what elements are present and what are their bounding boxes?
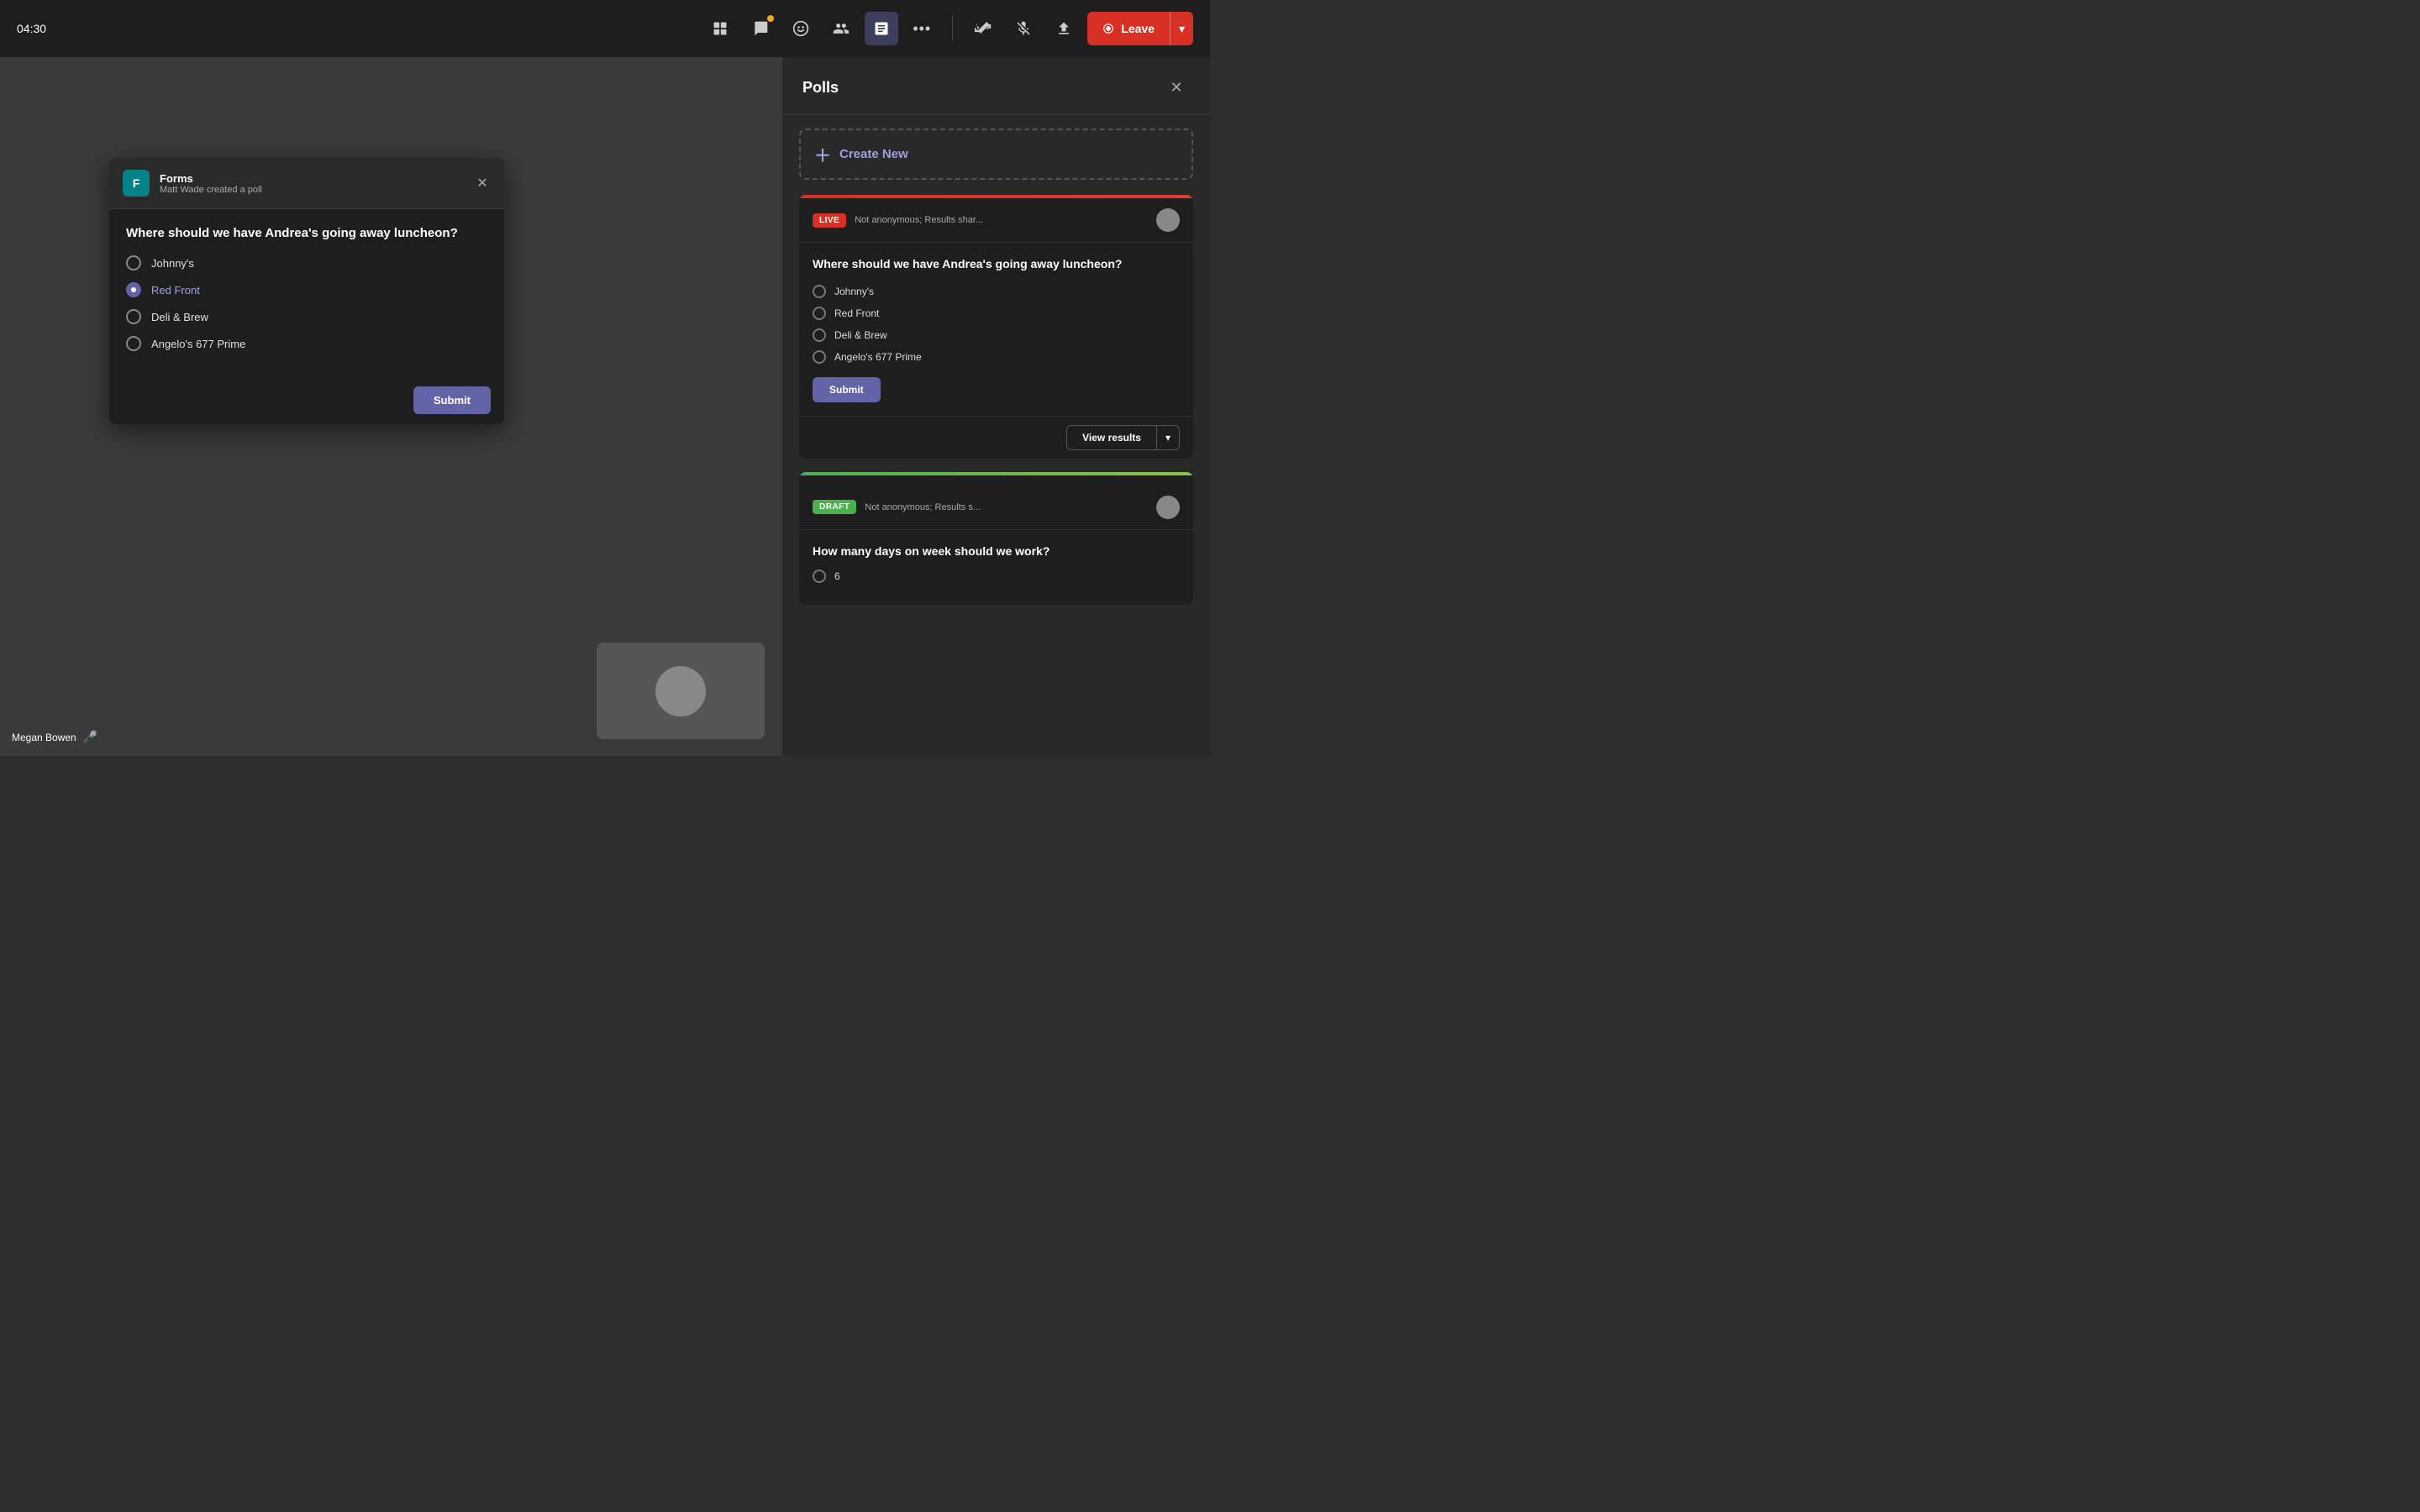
option-label-deli-brew: Deli & Brew bbox=[151, 311, 208, 323]
created-by: Matt Wade created a poll bbox=[160, 185, 262, 195]
chat-badge bbox=[767, 15, 774, 22]
polls-body: ＋ Create New LIVE Not anonymous; Results… bbox=[782, 115, 1210, 756]
poll-question: Where should we have Andrea's going away… bbox=[126, 226, 487, 240]
draft-poll-meta: Not anonymous; Results s... bbox=[865, 502, 1156, 512]
polls-panel: Polls ✕ ＋ Create New LIVE Not anonymous;… bbox=[781, 57, 1210, 756]
participants-icon[interactable] bbox=[824, 12, 858, 45]
notification-submit-button[interactable]: Submit bbox=[413, 386, 491, 414]
panel-option-deli-brew[interactable]: Deli & Brew bbox=[813, 328, 1180, 342]
create-plus-icon: ＋ bbox=[814, 142, 831, 166]
user-label: Megan Bowen 🎤 bbox=[12, 730, 97, 744]
draft-label-6: 6 bbox=[834, 570, 840, 582]
chat-icon[interactable] bbox=[744, 12, 777, 45]
timer: 04:30 bbox=[17, 22, 46, 35]
notification-close[interactable]: ✕ bbox=[471, 171, 494, 195]
draft-badge: DRAFT bbox=[813, 500, 856, 514]
panel-option-johnnys[interactable]: Johnny's bbox=[813, 285, 1180, 298]
radio-angelos[interactable] bbox=[126, 336, 141, 351]
reactions-icon[interactable] bbox=[784, 12, 818, 45]
poll-option-3[interactable]: Deli & Brew bbox=[126, 309, 487, 324]
draft-radio-6[interactable] bbox=[813, 570, 826, 583]
draft-poll-body: How many days on week should we work? 6 bbox=[799, 530, 1193, 606]
panel-radio-johnnys[interactable] bbox=[813, 285, 826, 298]
leave-button[interactable]: Leave bbox=[1087, 12, 1170, 45]
poll-option-1[interactable]: Johnny's bbox=[126, 255, 487, 270]
radio-johnnys[interactable] bbox=[126, 255, 141, 270]
poll-option-2[interactable]: Red Front bbox=[126, 282, 487, 297]
camera-preview bbox=[597, 643, 765, 739]
leave-button-group[interactable]: Leave ▾ bbox=[1087, 12, 1193, 45]
panel-submit-button[interactable]: Submit bbox=[813, 377, 881, 402]
camera-avatar bbox=[655, 666, 706, 717]
panel-radio-deli-brew[interactable] bbox=[813, 328, 826, 342]
live-poll-body: Where should we have Andrea's going away… bbox=[799, 243, 1193, 416]
create-new-label: Create New bbox=[839, 147, 908, 161]
panel-label-red-front: Red Front bbox=[834, 307, 879, 319]
notification-submit-area: Submit bbox=[109, 376, 504, 424]
forms-icon: F bbox=[123, 170, 150, 197]
view-results-button[interactable]: View results bbox=[1066, 425, 1157, 450]
option-label-johnnys: Johnny's bbox=[151, 257, 194, 270]
poll-option-4[interactable]: Angelo's 677 Prime bbox=[126, 336, 487, 351]
live-poll-question: Where should we have Andrea's going away… bbox=[813, 256, 1180, 273]
live-poll-meta: Not anonymous; Results shar... bbox=[855, 215, 1156, 225]
polls-panel-header: Polls ✕ bbox=[782, 57, 1210, 115]
draft-poll-question: How many days on week should we work? bbox=[813, 543, 1180, 560]
draft-poll-card: DRAFT Not anonymous; Results s... How ma… bbox=[799, 472, 1193, 606]
more-icon[interactable]: ••• bbox=[905, 12, 939, 45]
user-name: Megan Bowen bbox=[12, 732, 76, 743]
panel-option-red-front[interactable]: Red Front bbox=[813, 307, 1180, 320]
draft-divider bbox=[799, 472, 1193, 475]
notification-info: Forms Matt Wade created a poll bbox=[160, 172, 262, 195]
apps-icon[interactable] bbox=[703, 12, 737, 45]
toolbar: ••• Leave bbox=[703, 12, 1193, 45]
option-label-red-front: Red Front bbox=[151, 284, 200, 297]
draft-poll-header: DRAFT Not anonymous; Results s... bbox=[799, 486, 1193, 530]
draft-option-6[interactable]: 6 bbox=[813, 570, 1180, 583]
camera-toggle[interactable] bbox=[966, 12, 1000, 45]
live-poll-avatar bbox=[1156, 208, 1180, 232]
live-badge: LIVE bbox=[813, 213, 846, 228]
radio-deli-brew[interactable] bbox=[126, 309, 141, 324]
leave-dropdown[interactable]: ▾ bbox=[1170, 12, 1193, 45]
notification-header: F Forms Matt Wade created a poll ✕ bbox=[109, 158, 504, 209]
view-results-dropdown[interactable]: ▾ bbox=[1157, 425, 1180, 450]
create-new-button[interactable]: ＋ Create New bbox=[799, 129, 1193, 180]
separator bbox=[952, 16, 953, 41]
live-poll-card: LIVE Not anonymous; Results shar... Wher… bbox=[799, 195, 1193, 459]
radio-red-front[interactable] bbox=[126, 282, 141, 297]
share-icon[interactable] bbox=[1047, 12, 1081, 45]
live-poll-header: LIVE Not anonymous; Results shar... bbox=[799, 198, 1193, 243]
option-label-angelos: Angelo's 677 Prime bbox=[151, 338, 245, 350]
mic-indicator-icon: 🎤 bbox=[83, 730, 97, 744]
polls-panel-close[interactable]: ✕ bbox=[1163, 74, 1190, 101]
panel-label-angelos: Angelo's 677 Prime bbox=[834, 351, 922, 363]
polls-icon[interactable] bbox=[865, 12, 898, 45]
leave-label: Leave bbox=[1121, 22, 1155, 35]
mic-toggle[interactable] bbox=[1007, 12, 1040, 45]
panel-radio-angelos[interactable] bbox=[813, 350, 826, 364]
panel-radio-red-front[interactable] bbox=[813, 307, 826, 320]
panel-label-deli-brew: Deli & Brew bbox=[834, 329, 887, 341]
panel-label-johnnys: Johnny's bbox=[834, 286, 874, 297]
app-name: Forms bbox=[160, 172, 262, 185]
live-poll-footer: View results ▾ bbox=[799, 416, 1193, 459]
draft-poll-avatar bbox=[1156, 496, 1180, 519]
poll-notification-card: F Forms Matt Wade created a poll ✕ Where… bbox=[109, 158, 504, 424]
top-bar: 04:30 bbox=[0, 0, 1210, 57]
poll-question-area: Where should we have Andrea's going away… bbox=[109, 209, 504, 376]
panel-option-angelos[interactable]: Angelo's 677 Prime bbox=[813, 350, 1180, 364]
polls-panel-title: Polls bbox=[802, 79, 839, 97]
